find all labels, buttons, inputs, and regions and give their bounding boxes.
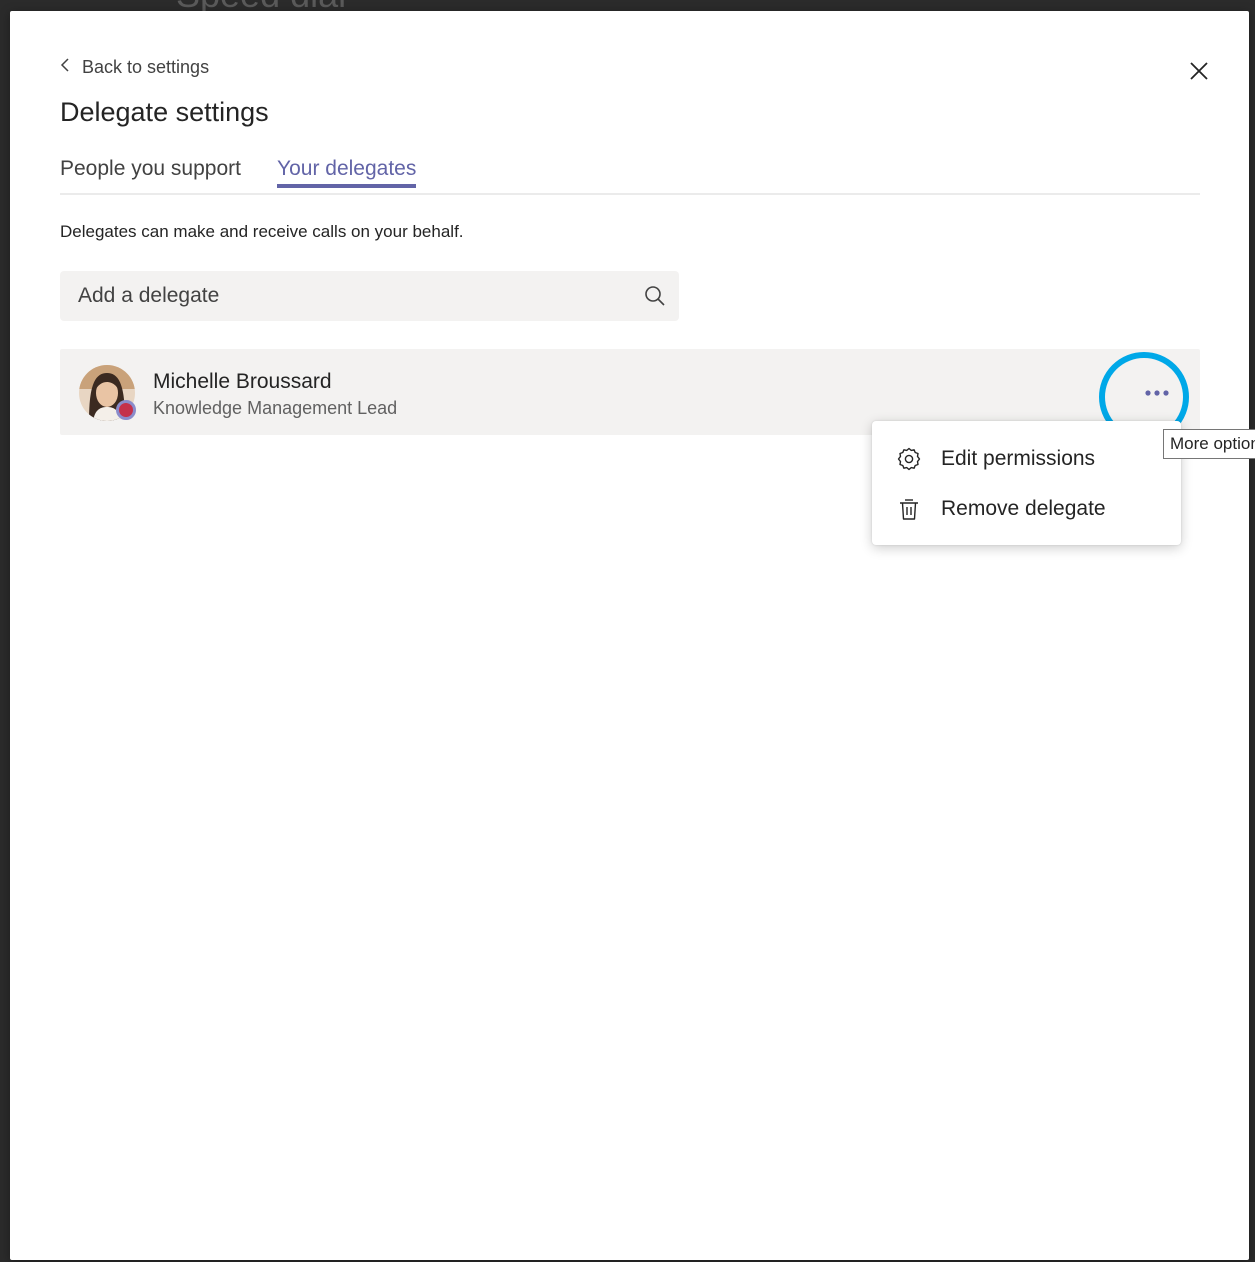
- back-to-settings-link[interactable]: Back to settings: [60, 57, 209, 78]
- trash-icon: [896, 496, 922, 522]
- more-options-tooltip: More options: [1163, 429, 1255, 459]
- status-busy-icon: [116, 400, 136, 420]
- delegate-settings-dialog: Back to settings Delegate settings Peopl…: [10, 11, 1255, 1260]
- menu-item-remove-delegate[interactable]: Remove delegate: [872, 484, 1181, 534]
- back-to-settings-label: Back to settings: [82, 57, 210, 77]
- delegate-search-box: [60, 271, 679, 321]
- avatar: [79, 365, 136, 421]
- close-icon: [1188, 62, 1210, 86]
- menu-item-label: Edit permissions: [941, 447, 1096, 470]
- menu-item-edit-permissions[interactable]: Edit permissions: [872, 434, 1181, 484]
- more-options-button[interactable]: [1140, 376, 1174, 410]
- more-horizontal-icon: [1144, 384, 1170, 402]
- add-delegate-input[interactable]: [78, 271, 618, 321]
- description-text: Delegates can make and receive calls on …: [60, 222, 464, 241]
- delegate-name: Michelle Broussard: [153, 370, 332, 393]
- search-icon[interactable]: [643, 284, 667, 308]
- close-button[interactable]: [1188, 60, 1210, 82]
- gear-icon: [896, 446, 922, 472]
- tab-your-delegates[interactable]: Your delegates: [277, 157, 417, 188]
- delegate-role: Knowledge Management Lead: [153, 398, 398, 418]
- menu-item-label: Remove delegate: [941, 497, 1106, 520]
- more-options-menu: Edit permissions Remove delegate: [872, 421, 1181, 545]
- tab-bar: People you support Your delegates: [60, 157, 1200, 195]
- tab-people-you-support[interactable]: People you support: [60, 157, 241, 187]
- chevron-left-icon: [60, 57, 82, 78]
- page-title: Delegate settings: [60, 97, 269, 127]
